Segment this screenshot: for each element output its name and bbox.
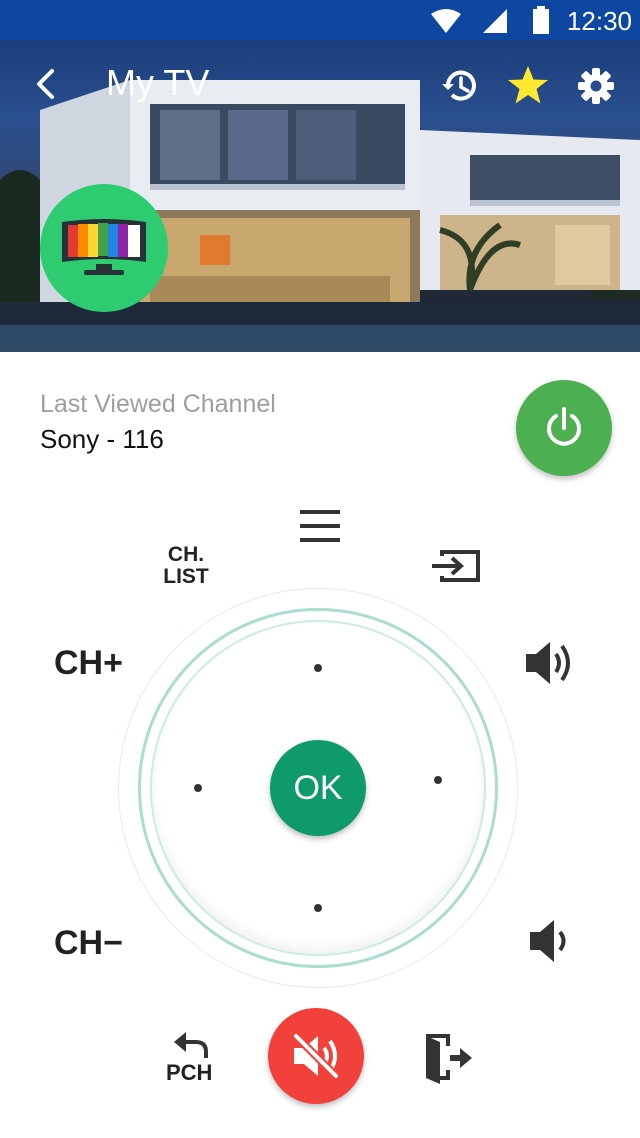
star-icon[interactable]	[506, 64, 550, 106]
volume-up-icon[interactable]	[522, 638, 578, 688]
channel-up-button[interactable]: CH+	[54, 644, 123, 683]
mute-icon	[293, 1033, 339, 1079]
last-viewed-channel: Sony - 116	[40, 424, 164, 454]
menu-icon[interactable]	[298, 508, 342, 544]
return-arrow-icon	[174, 1032, 208, 1058]
page-title: My TV	[106, 62, 210, 103]
exit-icon[interactable]	[422, 1032, 474, 1086]
volume-down-icon[interactable]	[526, 918, 576, 964]
status-bar: 12:30	[0, 0, 640, 40]
dpad-left[interactable]	[194, 784, 202, 792]
tv-icon	[62, 219, 146, 275]
channel-list-button[interactable]: CH. LIST	[150, 544, 222, 588]
channel-list-line2: LIST	[163, 565, 209, 588]
power-icon	[547, 407, 581, 446]
last-viewed-label: Last Viewed Channel	[40, 390, 276, 418]
signal-icon	[483, 9, 507, 33]
status-time: 12:30	[566, 6, 632, 36]
pch-label: PCH	[166, 1060, 213, 1085]
ok-button[interactable]: OK	[270, 740, 366, 836]
battery-icon	[533, 6, 549, 34]
tv-badge	[40, 184, 168, 312]
history-icon[interactable]	[440, 66, 480, 106]
gear-icon[interactable]	[576, 66, 616, 106]
mute-button[interactable]	[268, 1008, 364, 1104]
input-source-icon[interactable]	[430, 548, 482, 584]
wifi-icon	[431, 9, 461, 33]
back-arrow-icon[interactable]	[34, 68, 58, 100]
power-button[interactable]	[516, 380, 612, 476]
channel-down-button[interactable]: CH−	[54, 924, 123, 963]
dpad-up[interactable]	[314, 664, 322, 672]
channel-list-line1: CH.	[167, 543, 205, 566]
dpad-down[interactable]	[314, 904, 322, 912]
dpad-right[interactable]	[434, 776, 442, 784]
previous-channel-button[interactable]: PCH	[160, 1030, 222, 1086]
